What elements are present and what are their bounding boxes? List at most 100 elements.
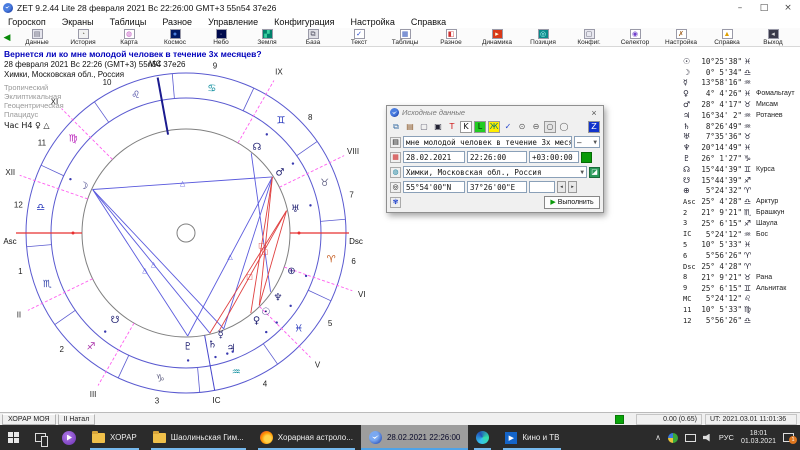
radio-large-icon[interactable]: ◯ xyxy=(558,121,570,133)
edge-task[interactable] xyxy=(468,425,497,450)
zet-task[interactable]: 28.02.2021 22:26:00 xyxy=(361,425,468,450)
earth-icon: ▞ xyxy=(262,29,273,39)
toolbar-label: Данные xyxy=(25,39,48,46)
toolbar-history-button[interactable]: ◔История xyxy=(60,28,106,46)
longitude-input[interactable]: 37°26'00"E xyxy=(467,181,527,193)
sign-boundary xyxy=(308,290,331,301)
new-icon[interactable]: ▢ xyxy=(418,121,430,133)
misc-icon: ◧ xyxy=(446,29,457,39)
earth-center-icon[interactable]: ⊖ xyxy=(530,121,542,133)
sign-glyph-cancer: ♋ xyxy=(207,83,216,94)
k-button[interactable]: K xyxy=(460,121,472,133)
question-input[interactable]: мне молодой человек в течение 3х месяцев… xyxy=(403,136,572,148)
sun-center-icon[interactable]: ⊙ xyxy=(516,121,528,133)
event-button[interactable]: Ж xyxy=(488,121,500,133)
start-button[interactable] xyxy=(0,425,27,450)
menu-item-4[interactable]: Разное xyxy=(154,17,200,27)
toolbar-cosmos-button[interactable]: ●Космос xyxy=(152,28,198,46)
toolbar-data-button[interactable]: ▤Данные xyxy=(14,28,60,46)
font-icon[interactable]: Т xyxy=(446,121,458,133)
chart-wheel[interactable]: ♈♉♊♋♌♍♎♏♐♑♒♓IIIIIVVIVIIIIXXIXII123456789… xyxy=(0,47,380,412)
event-list-icon[interactable]: ▤ xyxy=(390,137,401,148)
house-cusp-line xyxy=(238,81,274,143)
close-button[interactable]: × xyxy=(776,0,800,15)
toolbar-tables-button[interactable]: ▦Таблицы xyxy=(382,28,428,46)
maximize-button[interactable]: □ xyxy=(752,0,776,15)
planet-neptune-degree-dot xyxy=(289,305,291,307)
z-button[interactable]: Z xyxy=(588,121,600,133)
spin-right-button[interactable]: ▸ xyxy=(568,181,577,193)
time-input[interactable]: 22:26:00 xyxy=(467,151,527,163)
toolbar-misc-button[interactable]: ◧Разное xyxy=(428,28,474,46)
notification-badge: 1 xyxy=(789,436,797,444)
planet-sun-glyph: ☉ xyxy=(261,307,270,318)
task-view-button[interactable] xyxy=(27,425,54,450)
menu-item-5[interactable]: Управление xyxy=(200,17,266,27)
dialog-title-bar[interactable]: Исходные данные × xyxy=(387,106,603,119)
toolbar-exit-button[interactable]: ◂Выход xyxy=(750,28,796,46)
toolbar-label: База xyxy=(306,39,320,46)
event-type-select[interactable]: – ▼ xyxy=(574,136,600,148)
aspect-line-moon-jupiter xyxy=(93,190,224,329)
globe-icon[interactable]: ◍ xyxy=(390,167,401,178)
menu-item-1[interactable]: Гороскоп xyxy=(0,17,54,27)
l-button[interactable]: L xyxy=(474,121,486,133)
notification-icon[interactable]: 1 xyxy=(783,433,794,442)
toolbar-position-button[interactable]: ◎Позиция xyxy=(520,28,566,46)
timezone-input[interactable]: +03:00:00 xyxy=(529,151,579,163)
movies-task[interactable]: ▶Кино и ТВ xyxy=(497,425,567,450)
spin-left-button[interactable]: ◂ xyxy=(557,181,566,193)
toolbar-settings-button[interactable]: ✗Настройка xyxy=(658,28,704,46)
menu-item-2[interactable]: Экраны xyxy=(54,17,102,27)
toolbar-chart-button[interactable]: ◍Карта xyxy=(106,28,152,46)
tray-expand-icon[interactable]: ∧ xyxy=(655,433,661,442)
chart-tab-horar[interactable]: ХОРАР МОЯ xyxy=(2,414,56,425)
toolbar-text-button[interactable]: ✓Текст xyxy=(336,28,382,46)
folder-shaolin[interactable]: Шаолиньская Гим... xyxy=(145,425,252,450)
clock[interactable]: 18:0101.03.2021 xyxy=(741,430,776,446)
status-indicator xyxy=(615,415,624,424)
toolbar-config-button[interactable]: ▢Конфиг. xyxy=(566,28,612,46)
toolbar-label: Селектор xyxy=(621,39,650,46)
execute-button[interactable]: ▶ Выполнить xyxy=(544,196,600,209)
zet-bird-icon[interactable]: ✓ xyxy=(502,121,514,133)
menu-item-8[interactable]: Справка xyxy=(403,17,454,27)
menu-item-6[interactable]: Конфигурация xyxy=(266,17,342,27)
toolbar-dynamics-button[interactable]: ▸Динамика xyxy=(474,28,520,46)
alice-button[interactable] xyxy=(54,425,84,450)
toolbar-help-button[interactable]: ▲Справка xyxy=(704,28,750,46)
planet-saturn-glyph: ♄ xyxy=(208,339,217,350)
firefox-task[interactable]: Хорарная астроло... xyxy=(252,425,361,450)
speaker-icon[interactable] xyxy=(703,434,712,442)
radio-small-icon[interactable]: ○ xyxy=(544,121,556,133)
toolbar-earth-button[interactable]: ▞Земля xyxy=(244,28,290,46)
toolbar-selector-button[interactable]: ◉Селектор xyxy=(612,28,658,46)
dialog-close-icon[interactable]: × xyxy=(588,108,600,118)
current-time-button[interactable] xyxy=(581,152,592,163)
language-indicator[interactable]: РУС xyxy=(719,433,734,442)
paste-icon[interactable]: ▤ xyxy=(404,121,416,133)
mc-label: MC xyxy=(149,60,162,69)
copy-icon[interactable]: ⧉ xyxy=(390,121,402,133)
date-input[interactable]: 28.02.2021 xyxy=(403,151,465,163)
folder-khorar[interactable]: ХОРАР xyxy=(84,425,145,450)
menu-item-3[interactable]: Таблицы xyxy=(102,17,155,27)
toolbar-sky-button[interactable]: ·Небо xyxy=(198,28,244,46)
toolbar-database-button[interactable]: ⧉База xyxy=(290,28,336,46)
planet-degrees: 26° 1'27" xyxy=(694,154,742,163)
options-icon[interactable]: ✾ xyxy=(390,197,401,208)
minimize-button[interactable]: – xyxy=(728,0,752,15)
latitude-input[interactable]: 55°54'00"N xyxy=(403,181,465,193)
calendar-icon[interactable]: ▦ xyxy=(390,152,401,163)
back-arrow-button[interactable]: ◀ xyxy=(0,28,14,46)
chart-tab-natal[interactable]: II Натал xyxy=(58,414,96,425)
place-select[interactable]: Химки, Московская обл., Россия ▼ xyxy=(403,166,587,178)
menu-item-7[interactable]: Настройка xyxy=(343,17,403,27)
display-icon[interactable] xyxy=(685,434,696,442)
toolbar-label: Конфиг. xyxy=(577,39,600,46)
altitude-input[interactable] xyxy=(529,181,555,193)
coordinates-icon[interactable]: ◎ xyxy=(390,182,401,193)
defender-icon[interactable] xyxy=(668,433,678,443)
save-icon[interactable]: ▣ xyxy=(432,121,444,133)
atlas-button[interactable]: ◪ xyxy=(589,167,600,178)
